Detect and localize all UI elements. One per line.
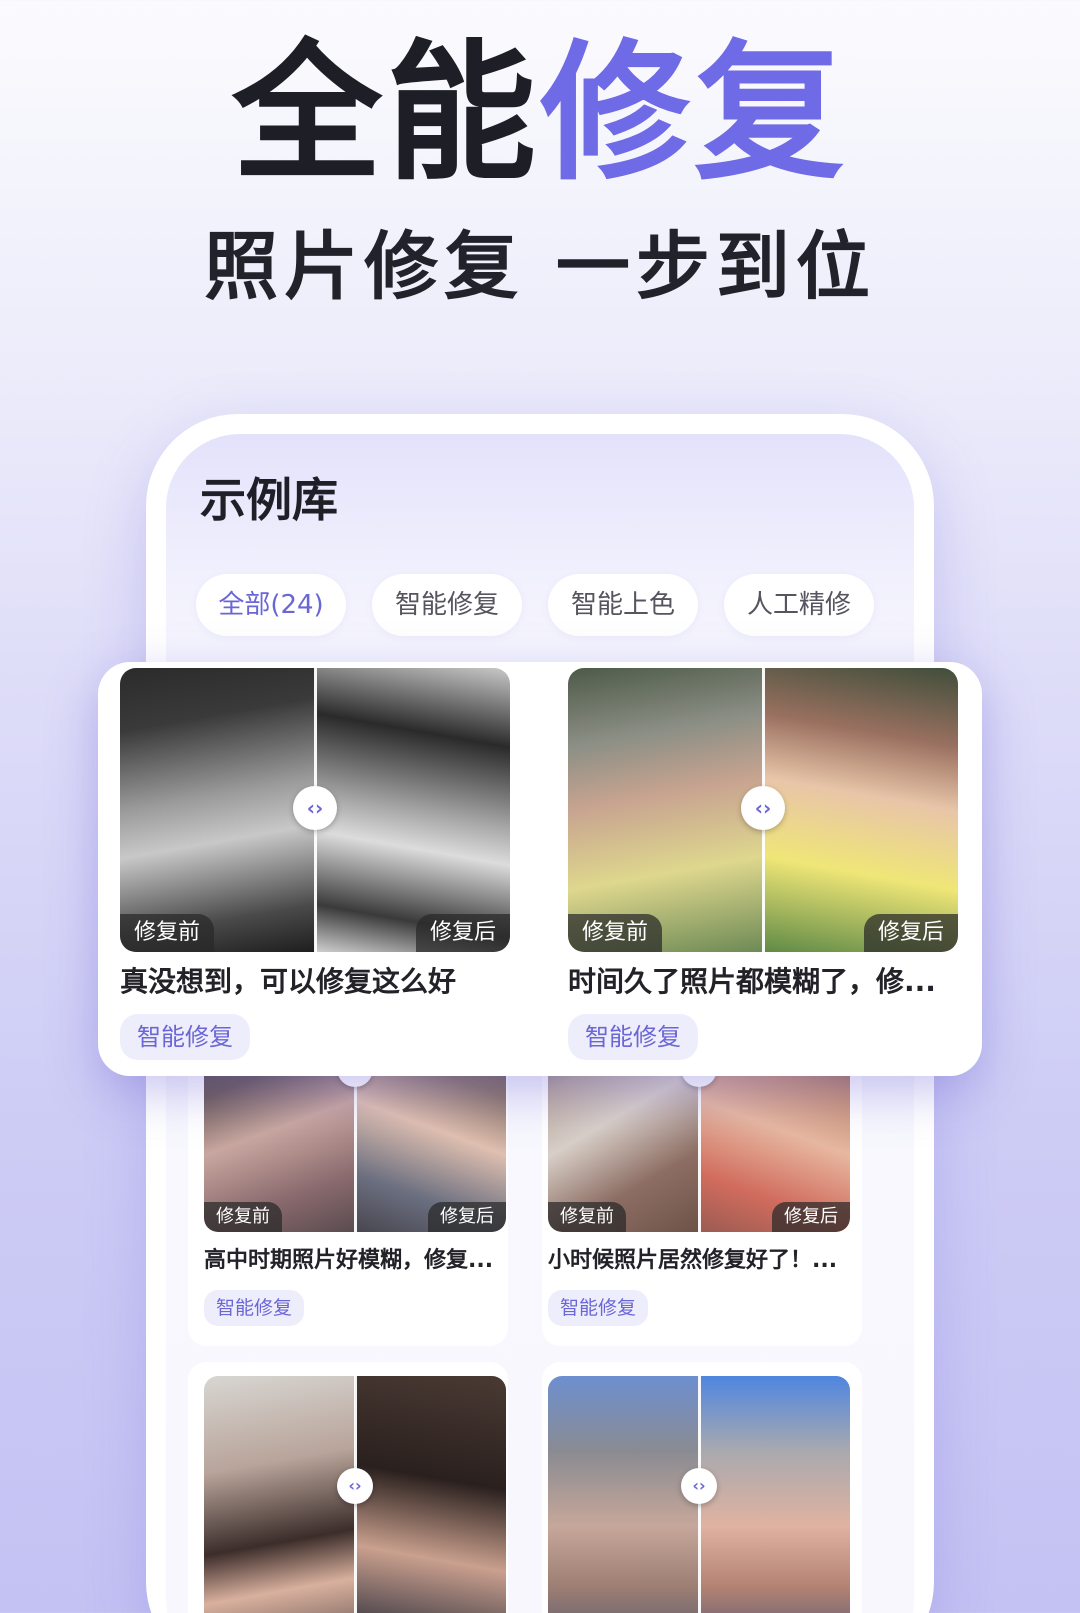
card-caption: 时间久了照片都模糊了，修... xyxy=(568,965,936,998)
after-image xyxy=(355,1376,506,1613)
tab-smart-repair[interactable]: 智能修复 xyxy=(372,574,522,636)
tab-manual-retouch[interactable]: 人工精修 xyxy=(724,574,874,636)
tab-smart-colorize[interactable]: 智能上色 xyxy=(548,574,698,636)
compare-handle-icon[interactable]: ‹› xyxy=(337,1468,373,1504)
photo-comparison[interactable]: ‹› 修复前 修复后 xyxy=(120,668,510,952)
before-image xyxy=(204,1376,355,1613)
before-image xyxy=(568,668,763,952)
tab-all[interactable]: 全部(24) xyxy=(196,574,346,636)
compare-handle-icon[interactable]: ‹› xyxy=(681,1468,717,1504)
after-image xyxy=(315,668,510,952)
after-label: 修复后 xyxy=(863,914,958,952)
card-caption: 高中时期照片好模糊，修复... xyxy=(204,1248,494,1273)
before-label: 修复前 xyxy=(548,1202,626,1232)
hero-title-dark: 全能 xyxy=(231,27,540,201)
filter-tabs: 全部(24) 智能修复 智能上色 人工精修 xyxy=(196,574,886,636)
photo-comparison[interactable]: ‹› 修复前 修复后 xyxy=(548,1376,850,1613)
page-title: 示例库 xyxy=(200,473,338,527)
hero-title: 全能修复 xyxy=(0,34,1080,194)
before-label: 修复前 xyxy=(120,914,215,952)
before-label: 修复前 xyxy=(204,1202,282,1232)
photo-comparison[interactable]: ‹› 修复前 修复后 xyxy=(568,668,958,952)
photo-comparison[interactable]: ‹› 修复前 修复后 xyxy=(204,1376,506,1613)
category-chip: 智能修复 xyxy=(204,1290,304,1326)
list-item[interactable]: ‹› 修复前 修复后 xyxy=(542,1362,862,1613)
after-label: 修复后 xyxy=(772,1202,850,1232)
before-image xyxy=(548,1376,699,1613)
category-chip: 智能修复 xyxy=(120,1014,250,1060)
after-label: 修复后 xyxy=(415,914,510,952)
after-image xyxy=(763,668,958,952)
featured-card[interactable]: ‹› 修复前 修复后 真没想到，可以修复这么好 智能修复 ‹› 修复前 修复后 … xyxy=(98,662,982,1076)
hero-subtitle: 照片修复 一步到位 xyxy=(204,224,876,310)
hero-title-accent: 修复 xyxy=(540,27,849,201)
list-item[interactable]: ‹› 修复前 修复后 xyxy=(188,1362,508,1613)
after-label: 修复后 xyxy=(428,1202,506,1232)
category-chip: 智能修复 xyxy=(548,1290,648,1326)
before-image xyxy=(120,668,315,952)
category-chip: 智能修复 xyxy=(568,1014,698,1060)
before-label: 修复前 xyxy=(568,914,663,952)
card-caption: 小时候照片居然修复好了！... xyxy=(548,1248,838,1273)
compare-handle-icon[interactable]: ‹› xyxy=(293,786,337,830)
card-caption: 真没想到，可以修复这么好 xyxy=(120,965,457,998)
after-image xyxy=(699,1376,850,1613)
compare-handle-icon[interactable]: ‹› xyxy=(741,786,785,830)
